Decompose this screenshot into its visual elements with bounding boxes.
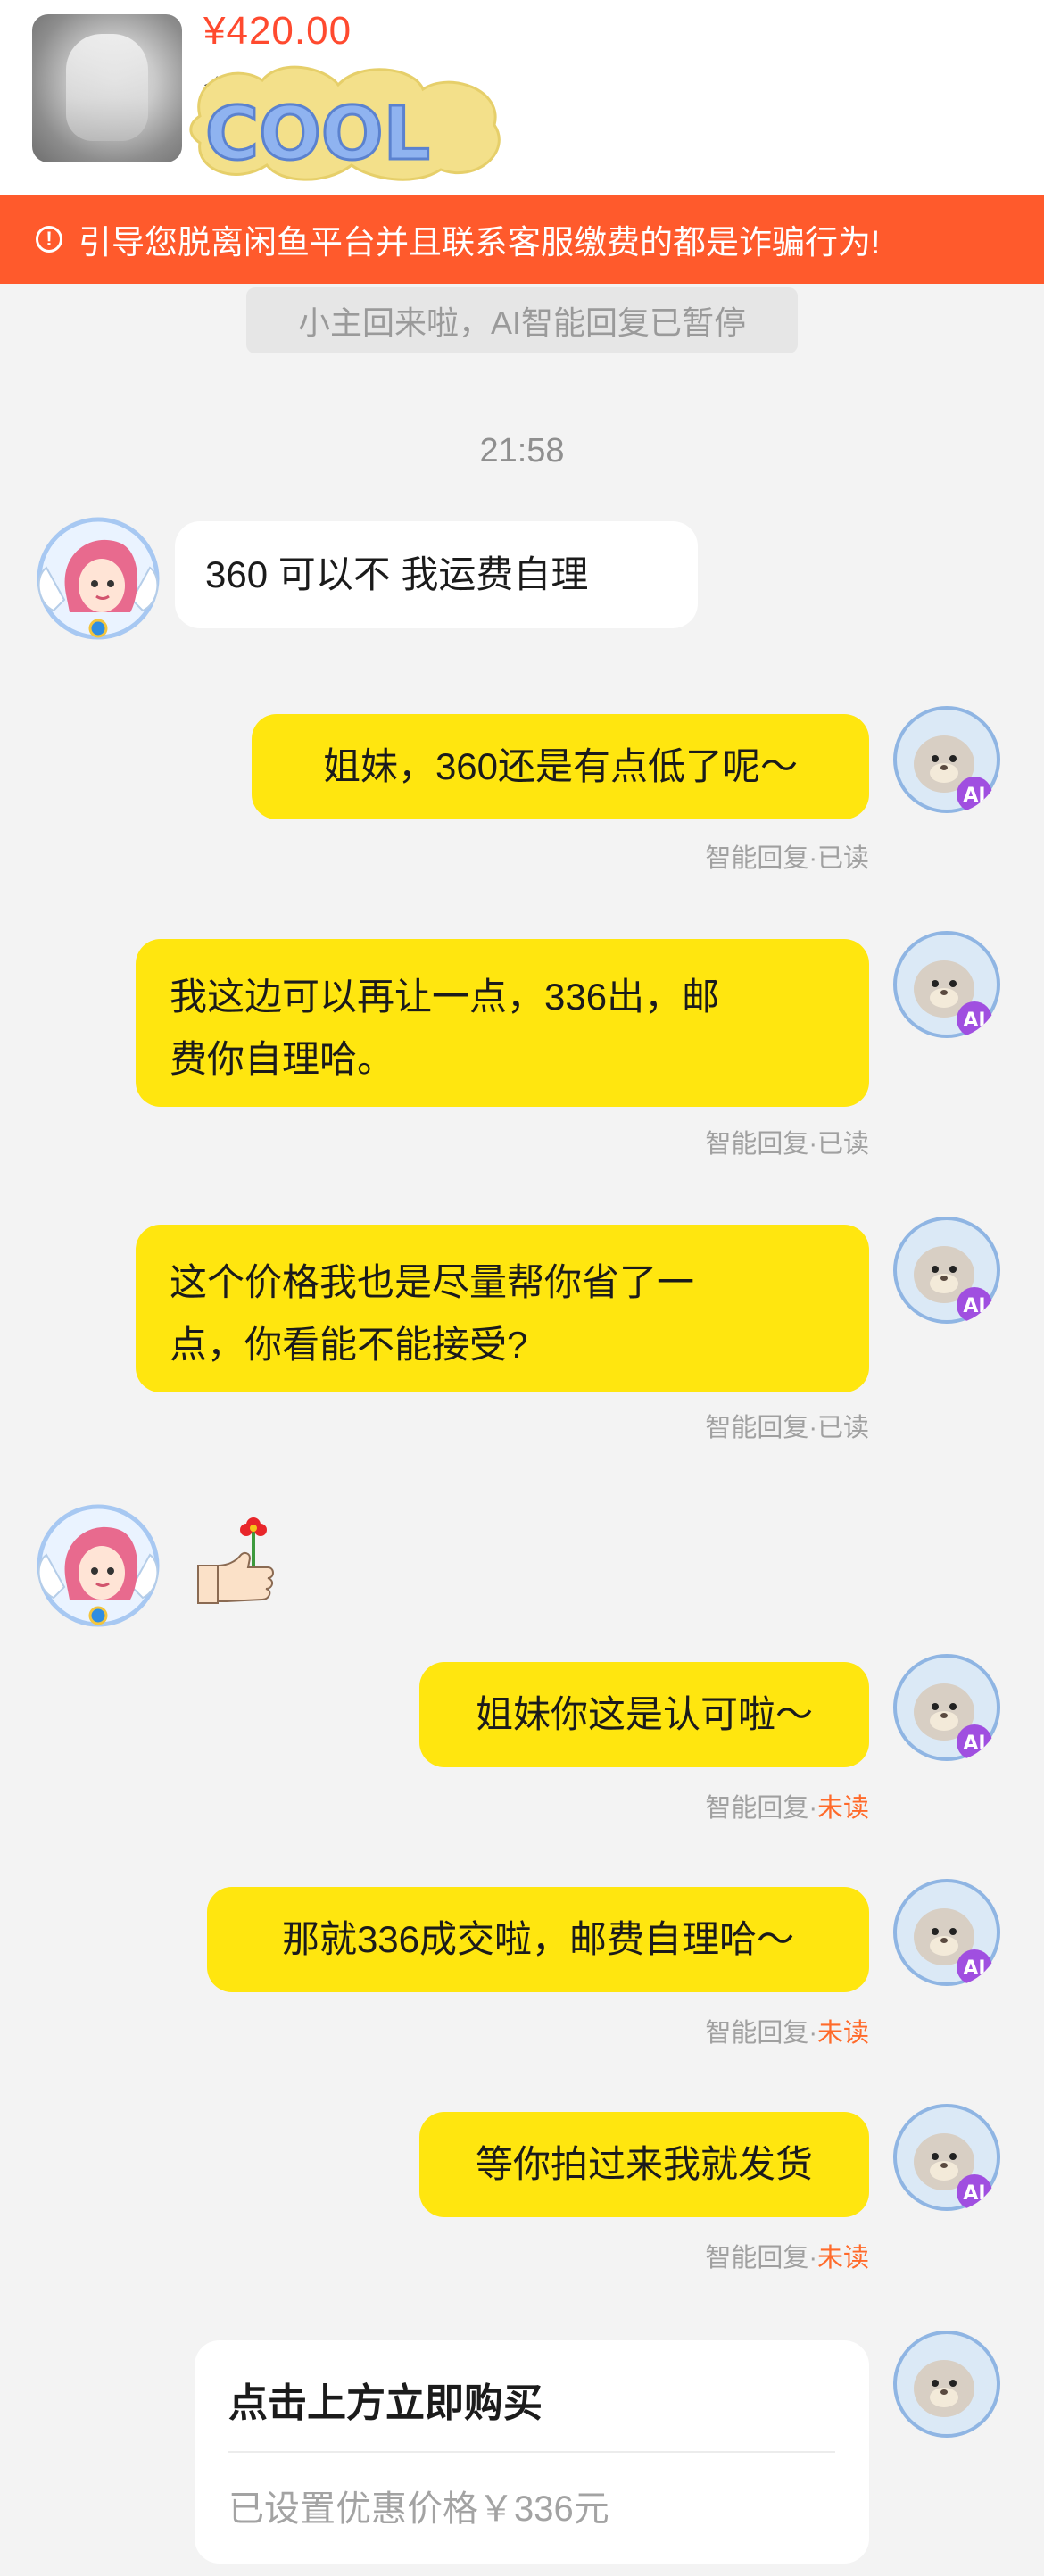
message-line: 点，你看能不能接受? bbox=[170, 1324, 528, 1366]
read-status: 已读 bbox=[816, 844, 869, 873]
ai-badge: AI bbox=[963, 1295, 985, 1317]
system-notice: 小主回来啦，AI智能回复已暂停 bbox=[246, 287, 798, 353]
message-status: 智能回复·未读 bbox=[705, 2237, 869, 2274]
message-status: 智能回复·未读 bbox=[705, 2012, 869, 2049]
message-line: 这个价格我也是尽量帮你省了一 bbox=[170, 1261, 695, 1303]
message-timestamp: 21:58 bbox=[479, 432, 565, 469]
message-line: 费你自理哈。 bbox=[170, 1038, 395, 1080]
message-text: 360 可以不 我运费自理 bbox=[205, 553, 589, 595]
seller-avatar[interactable] bbox=[892, 2330, 1001, 2439]
svg-text:COOL: COOL bbox=[205, 92, 430, 177]
message-bubble-outgoing[interactable]: 等你拍过来我就发货 bbox=[419, 2112, 869, 2217]
seller-ai-avatar[interactable]: AI bbox=[892, 2103, 1001, 2212]
buyer-avatar[interactable] bbox=[34, 514, 162, 643]
warning-text: 引导您脱离闲鱼平台并且联系客服缴费的都是诈骗行为! bbox=[79, 224, 881, 261]
seller-ai-avatar[interactable]: AI bbox=[892, 1878, 1001, 1987]
status-prefix: 智能回复· bbox=[705, 1130, 817, 1159]
message-text: 姐妹你这是认可啦～ bbox=[475, 1693, 813, 1735]
purchase-prompt-card[interactable]: 点击上方立即购买 已设置优惠价格￥336元 bbox=[195, 2340, 869, 2564]
message-bubble-outgoing[interactable]: 那就336成交啦，邮费自理哈～ bbox=[207, 1887, 869, 1992]
sticker-letters: COOL bbox=[204, 91, 432, 179]
status-prefix: 智能回复· bbox=[705, 1794, 817, 1823]
seller-ai-avatar[interactable]: AI bbox=[892, 1216, 1001, 1325]
card-subtitle: 已设置优惠价格￥336元 bbox=[228, 2489, 609, 2529]
product-header[interactable]: ¥420.00 含 COOL bbox=[0, 0, 1044, 195]
unread-status: 未读 bbox=[816, 2019, 869, 2048]
message-bubble-incoming[interactable]: 360 可以不 我运费自理 bbox=[175, 521, 698, 628]
message-bubble-outgoing[interactable]: 这个价格我也是尽量帮你省了一 点，你看能不能接受? bbox=[136, 1225, 869, 1392]
message-text: 姐妹，360还是有点低了呢～ bbox=[322, 745, 799, 787]
info-circle-icon: ! bbox=[36, 226, 62, 253]
fraud-warning-banner: ! 引导您脱离闲鱼平台并且联系客服缴费的都是诈骗行为! bbox=[0, 195, 1044, 284]
card-divider bbox=[228, 2451, 835, 2453]
product-price: ¥420.00 bbox=[203, 9, 352, 53]
ai-badge: AI bbox=[963, 1957, 985, 1980]
seller-ai-avatar[interactable]: AI bbox=[892, 1653, 1001, 1762]
message-bubble-outgoing[interactable]: 姐妹，360还是有点低了呢～ bbox=[252, 714, 869, 819]
status-prefix: 智能回复· bbox=[705, 1414, 817, 1442]
unread-status: 未读 bbox=[816, 2244, 869, 2273]
message-status: 智能回复·已读 bbox=[705, 1407, 869, 1444]
buyer-avatar[interactable] bbox=[34, 1501, 162, 1630]
status-prefix: 智能回复· bbox=[705, 844, 817, 873]
ai-badge: AI bbox=[963, 1733, 985, 1755]
message-status: 智能回复·已读 bbox=[705, 837, 869, 875]
ai-badge: AI bbox=[963, 1010, 985, 1032]
message-line: 我这边可以再让一点，336出，邮 bbox=[170, 976, 720, 1018]
message-bubble-outgoing[interactable]: 我这边可以再让一点，336出，邮 费你自理哈。 bbox=[136, 939, 869, 1107]
message-text: 那就336成交啦，邮费自理哈～ bbox=[281, 1918, 795, 1960]
read-status: 已读 bbox=[816, 1414, 869, 1442]
message-bubble-outgoing[interactable]: 姐妹你这是认可啦～ bbox=[419, 1662, 869, 1767]
unread-status: 未读 bbox=[816, 1794, 869, 1823]
cool-sticker: COOL bbox=[189, 65, 501, 181]
product-thumbnail[interactable] bbox=[32, 14, 182, 162]
ai-badge: AI bbox=[963, 2182, 985, 2205]
seller-ai-avatar[interactable]: AI bbox=[892, 705, 1001, 814]
card-title: 点击上方立即购买 bbox=[228, 2381, 543, 2425]
ai-badge: AI bbox=[963, 785, 985, 807]
message-status: 智能回复·未读 bbox=[705, 1787, 869, 1824]
thumbs-up-flower-emoji[interactable] bbox=[191, 1512, 280, 1610]
seller-ai-avatar[interactable]: AI bbox=[892, 930, 1001, 1039]
read-status: 已读 bbox=[816, 1130, 869, 1159]
message-text: 等你拍过来我就发货 bbox=[475, 2143, 813, 2185]
status-prefix: 智能回复· bbox=[705, 2244, 817, 2273]
message-status: 智能回复·已读 bbox=[705, 1123, 869, 1160]
status-prefix: 智能回复· bbox=[705, 2019, 817, 2048]
